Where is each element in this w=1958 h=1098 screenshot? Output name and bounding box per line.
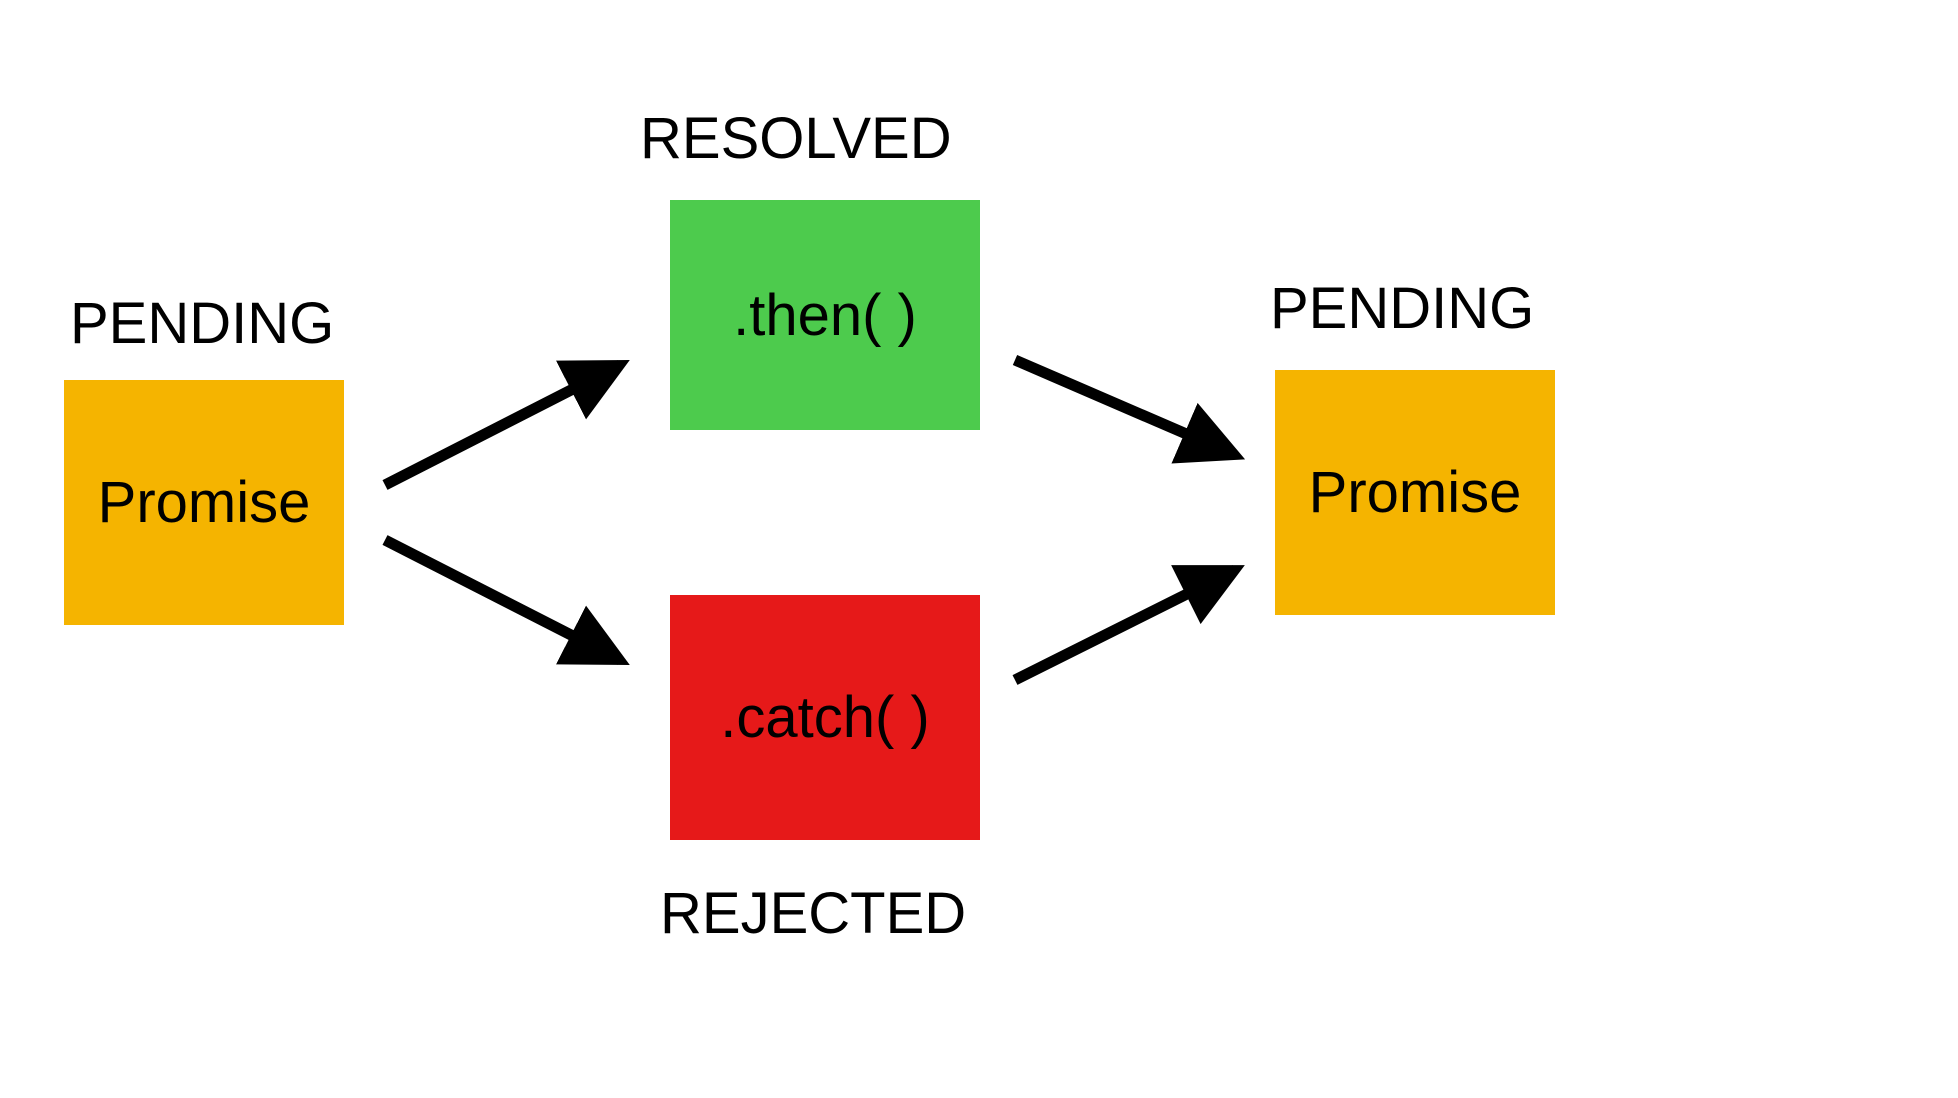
arrow-catch-to-promise (0, 0, 1958, 1098)
